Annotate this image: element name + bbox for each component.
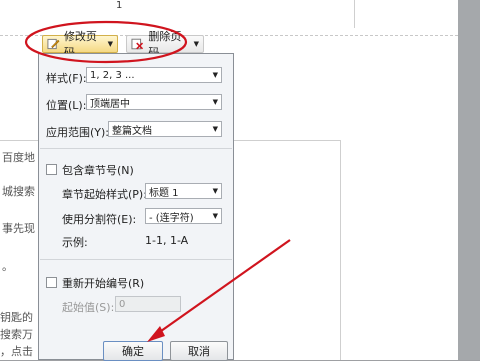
- highlight-ellipse: [24, 20, 188, 64]
- annotation-overlay: [24, 20, 291, 342]
- annotation-arrow-line: [153, 239, 291, 337]
- annotation-arrow-head-icon: [147, 326, 165, 342]
